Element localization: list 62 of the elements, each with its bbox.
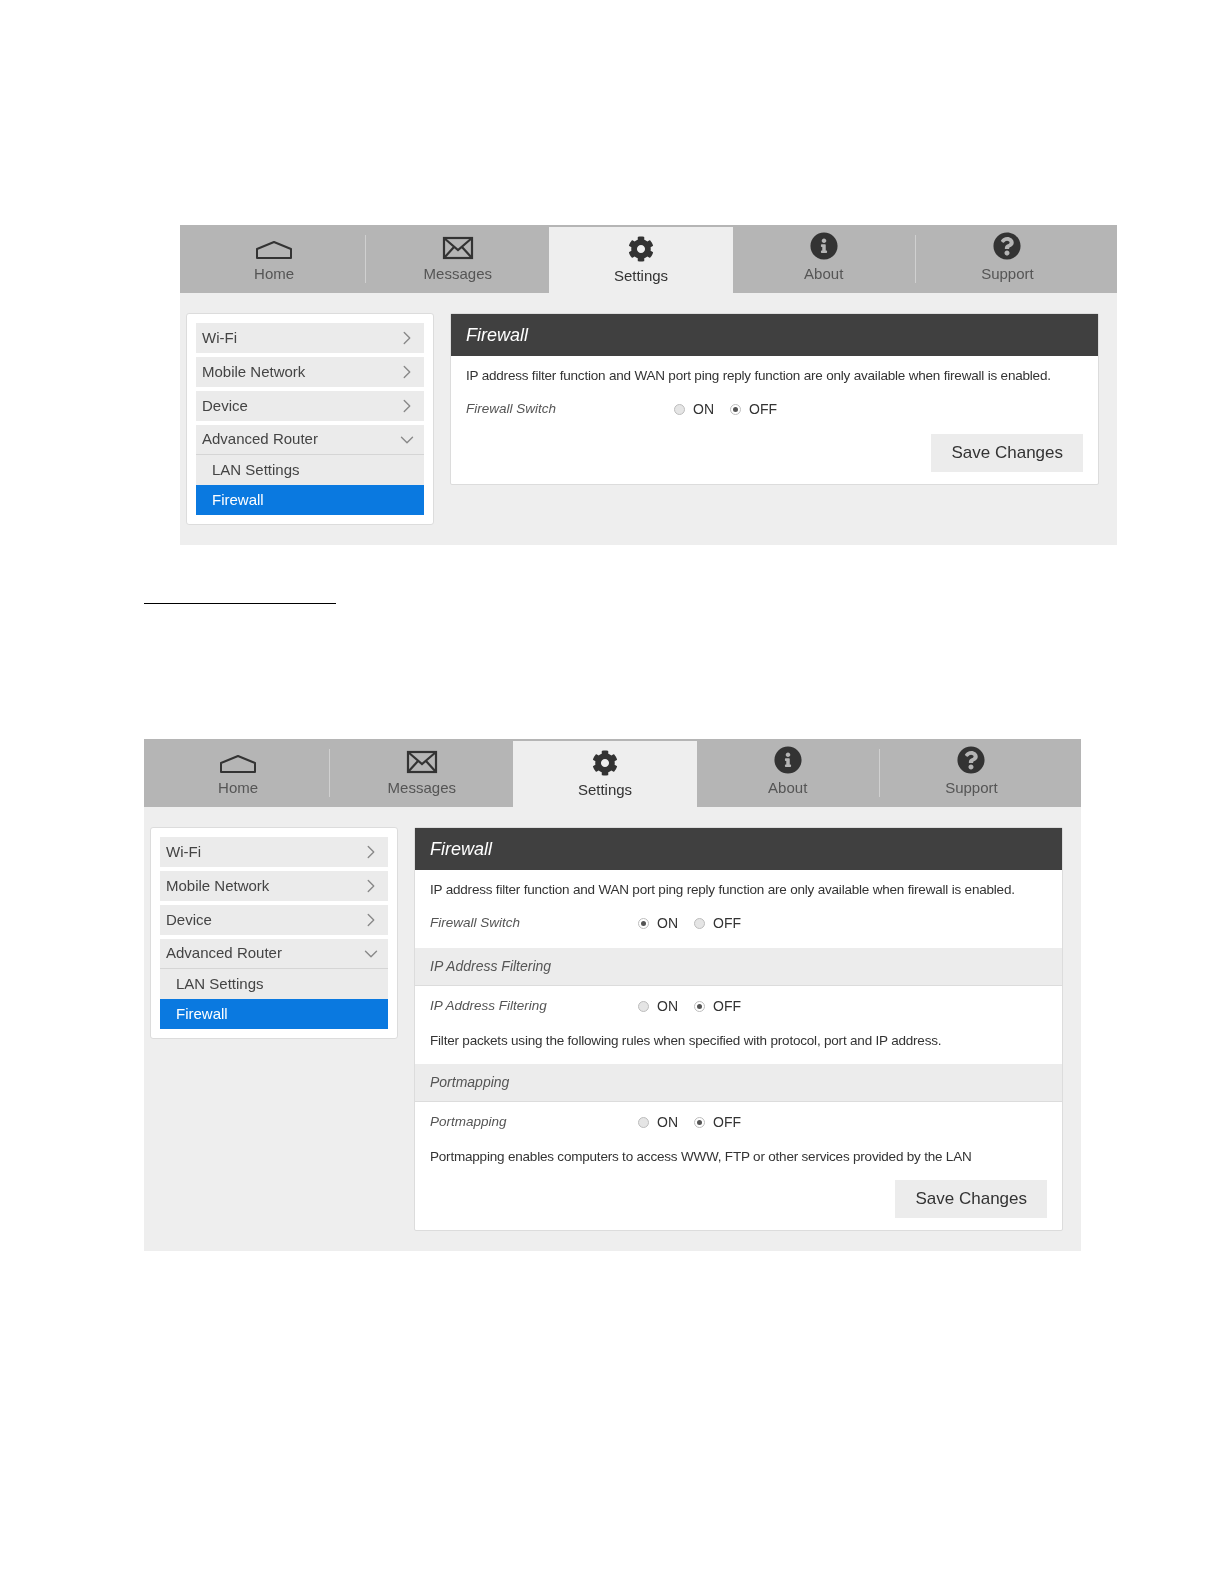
radio-label: ON bbox=[657, 1113, 678, 1132]
home-icon bbox=[219, 753, 258, 774]
radio-label: OFF bbox=[713, 1113, 741, 1132]
radio-button[interactable] bbox=[694, 1117, 705, 1128]
help-icon bbox=[957, 745, 986, 774]
radio-label: OFF bbox=[713, 997, 741, 1016]
envelope-icon bbox=[405, 749, 438, 774]
menu-item[interactable]: Wi-Fi bbox=[196, 323, 424, 353]
submenu-item[interactable]: Firewall bbox=[160, 999, 388, 1029]
field-label: Firewall Switch bbox=[466, 400, 558, 419]
field-label: IP Address Filtering bbox=[430, 997, 548, 1016]
radio-label: ON bbox=[657, 997, 678, 1016]
home-icon bbox=[255, 239, 294, 260]
settings-icon bbox=[628, 235, 654, 262]
description-text: IP address filter function and WAN port ping reply function are only available when firewall is enabled. bbox=[430, 881, 1016, 899]
panel-title: Firewall bbox=[466, 323, 528, 347]
radio-button[interactable] bbox=[694, 918, 705, 929]
radio-label: ON bbox=[693, 400, 714, 419]
save-changes-button[interactable]: Save Changes bbox=[895, 1180, 1047, 1218]
menu-group[interactable]: Advanced Router bbox=[160, 939, 388, 969]
field-label: Firewall Switch bbox=[430, 914, 522, 933]
menu-item[interactable]: Mobile Network bbox=[196, 357, 424, 387]
menu-item[interactable]: Device bbox=[160, 905, 388, 935]
description-text: Filter packets using the following rules when specified with protocol, port and IP address. bbox=[430, 1032, 943, 1050]
nav-tab[interactable]: About bbox=[696, 741, 879, 805]
nav-tab[interactable]: Home bbox=[183, 227, 366, 291]
submenu-item[interactable]: LAN Settings bbox=[160, 969, 388, 999]
description-text: IP address filter function and WAN port ping reply function are only available when firewall is enabled. bbox=[466, 367, 1052, 385]
settings-icon bbox=[592, 749, 618, 776]
field-label: Portmapping bbox=[430, 1113, 508, 1132]
radio-button[interactable] bbox=[730, 404, 741, 415]
help-icon bbox=[993, 231, 1022, 260]
submenu-item[interactable]: Firewall bbox=[196, 485, 424, 515]
description-text: Portmapping enables computers to access WWW, FTP or other services provided by the LAN bbox=[430, 1148, 973, 1166]
nav-tab[interactable]: About bbox=[732, 227, 915, 291]
nav-tab[interactable]: Home bbox=[147, 741, 330, 805]
menu-group[interactable]: Advanced Router bbox=[196, 425, 424, 455]
save-changes-button[interactable]: Save Changes bbox=[931, 434, 1083, 472]
radio-label: OFF bbox=[713, 914, 741, 933]
radio-button[interactable] bbox=[638, 918, 649, 929]
nav-tab[interactable]: Messages bbox=[330, 741, 514, 805]
info-icon bbox=[773, 745, 802, 774]
menu-item[interactable]: Mobile Network bbox=[160, 871, 388, 901]
radio-label: OFF bbox=[749, 400, 777, 419]
nav-tab[interactable]: Support bbox=[915, 227, 1099, 291]
section-heading: IP Address Filtering bbox=[415, 948, 1062, 986]
radio-button[interactable] bbox=[638, 1117, 649, 1128]
radio-button[interactable] bbox=[694, 1001, 705, 1012]
submenu-item[interactable]: LAN Settings bbox=[196, 455, 424, 485]
info-icon bbox=[809, 231, 838, 260]
nav-tab[interactable]: Settings bbox=[549, 227, 733, 293]
nav-tab[interactable]: Support bbox=[879, 741, 1063, 805]
menu-item[interactable]: Device bbox=[196, 391, 424, 421]
panel-title: Firewall bbox=[430, 837, 492, 861]
radio-button[interactable] bbox=[674, 404, 685, 415]
envelope-icon bbox=[441, 235, 474, 260]
menu-item[interactable]: Wi-Fi bbox=[160, 837, 388, 867]
radio-label: ON bbox=[657, 914, 678, 933]
section-heading: Portmapping bbox=[415, 1064, 1062, 1102]
nav-tab[interactable]: Messages bbox=[366, 227, 550, 291]
radio-button[interactable] bbox=[638, 1001, 649, 1012]
nav-tab[interactable]: Settings bbox=[513, 741, 697, 807]
